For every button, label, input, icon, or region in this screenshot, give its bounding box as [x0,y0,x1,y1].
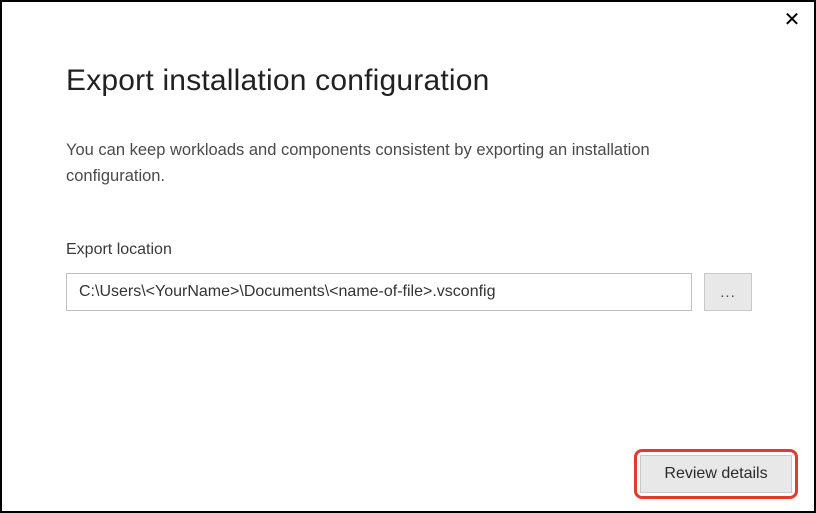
close-icon: ✕ [784,10,801,30]
dialog-description: You can keep workloads and components co… [66,138,706,189]
export-location-label: Export location [66,241,752,259]
ellipsis-icon: ... [720,284,736,301]
dialog-title: Export installation configuration [66,64,752,98]
export-location-input[interactable] [66,273,692,311]
dialog-frame: ✕ Export installation configuration You … [0,0,816,513]
dialog-footer: Review details [640,455,792,493]
browse-button[interactable]: ... [704,273,752,311]
close-button[interactable]: ✕ [778,6,806,34]
dialog-content: Export installation configuration You ca… [2,2,814,311]
review-details-button[interactable]: Review details [640,455,792,493]
export-location-row: ... [66,273,752,311]
